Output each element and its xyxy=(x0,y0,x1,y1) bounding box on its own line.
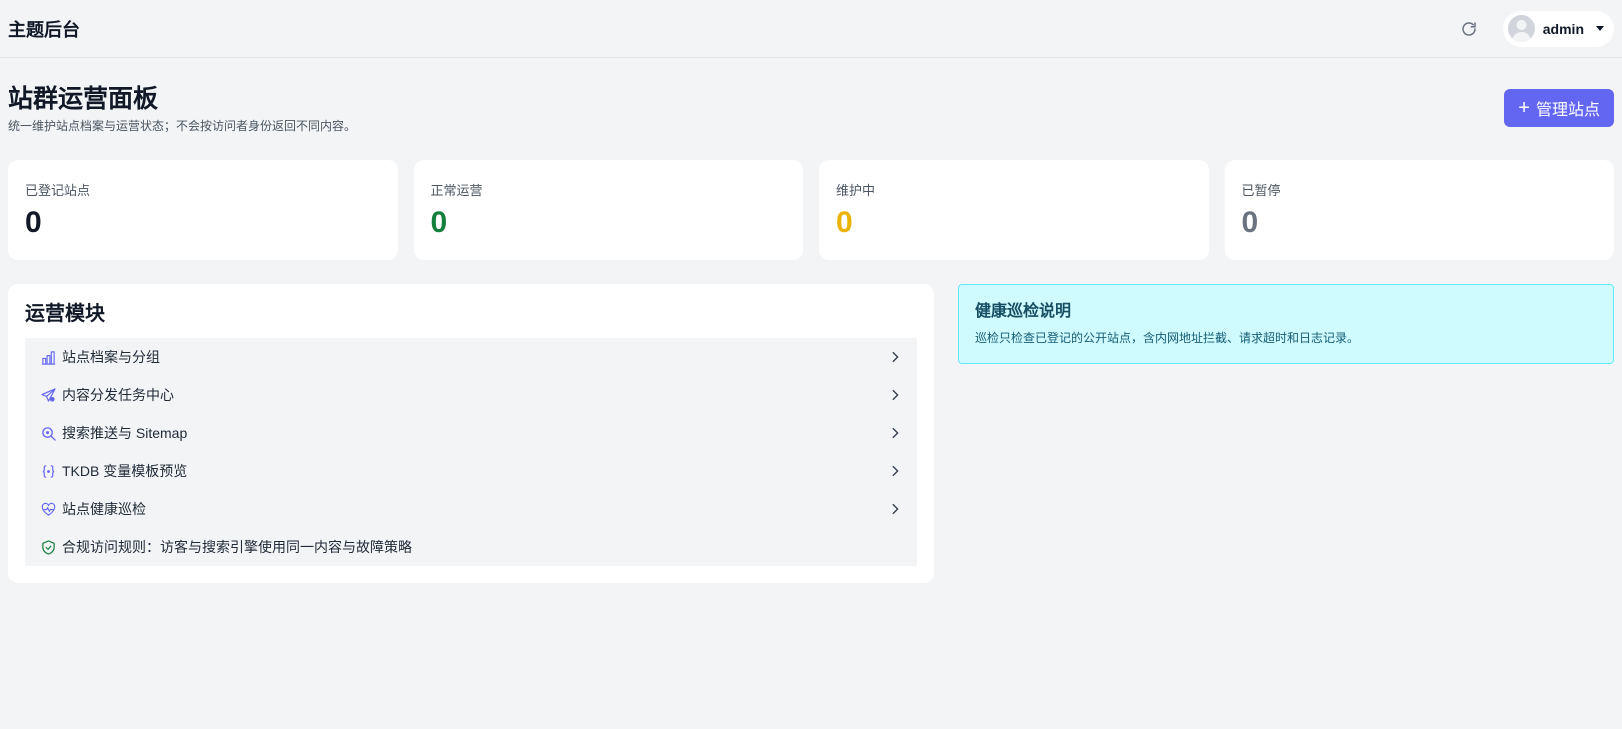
content-row: 运营模块 站点档案与分组 内容分发任务中心 搜索推送与 Sitemap TKDB… xyxy=(8,284,1614,583)
user-menu[interactable]: admin xyxy=(1502,10,1614,47)
stat-card-paused: 已暂停 0 xyxy=(1224,160,1614,260)
module-item-compliance-rule: 合规访问规则：访客与搜索引擎使用同一内容与故障策略 xyxy=(40,528,902,566)
stat-value: 0 xyxy=(430,206,448,239)
stat-label: 已登记站点 xyxy=(25,183,91,198)
chevron-right-icon xyxy=(892,389,899,401)
shield-check-icon xyxy=(40,539,56,555)
manage-sites-button[interactable]: + 管理站点 xyxy=(1504,89,1614,127)
stat-card-registered: 已登记站点 0 xyxy=(8,160,398,260)
module-item-site-archive[interactable]: 站点档案与分组 xyxy=(40,338,902,376)
chevron-right-icon xyxy=(892,427,899,439)
search-zoom-icon xyxy=(40,425,56,441)
module-list: 站点档案与分组 内容分发任务中心 搜索推送与 Sitemap TKDB 变量模板… xyxy=(25,338,917,566)
user-avatar-icon xyxy=(1511,20,1531,42)
module-item-content-dispatch[interactable]: 内容分发任务中心 xyxy=(40,376,902,414)
stat-card-running: 正常运营 0 xyxy=(413,160,803,260)
page-title: 站群运营面板 xyxy=(8,85,159,113)
stat-value: 0 xyxy=(836,206,853,239)
page-content: 站群运营面板 统一维护站点档案与运营状态；不会按访问者身份返回不同内容。 + 管… xyxy=(0,58,1622,583)
refresh-icon xyxy=(1462,21,1476,36)
stat-label: 维护中 xyxy=(836,183,876,198)
module-label: 内容分发任务中心 xyxy=(62,387,174,403)
health-info-panel: 健康巡检说明 巡检只检查已登记的公开站点，含内网地址拦截、请求超时和日志记录。 xyxy=(958,284,1614,364)
module-label: 合规访问规则：访客与搜索引擎使用同一内容与故障策略 xyxy=(62,539,412,555)
refresh-button[interactable] xyxy=(1450,10,1487,47)
avatar xyxy=(1507,15,1535,42)
caret-down-icon xyxy=(1596,26,1604,31)
module-item-health-check[interactable]: 站点健康巡检 xyxy=(40,490,902,528)
stat-label: 正常运营 xyxy=(430,183,483,198)
modules-title: 运营模块 xyxy=(25,303,105,325)
page-header: 站群运营面板 统一维护站点档案与运营状态；不会按访问者身份返回不同内容。 + 管… xyxy=(8,58,1614,134)
plus-icon: + xyxy=(1518,97,1530,119)
code-braces-icon xyxy=(40,463,56,479)
user-name: admin xyxy=(1542,20,1584,37)
top-bar: 主题后台 admin xyxy=(0,0,1622,58)
module-label: 搜索推送与 Sitemap xyxy=(62,425,188,441)
heart-pulse-icon xyxy=(40,501,56,517)
building-chart-icon xyxy=(40,349,56,365)
module-label: 站点健康巡检 xyxy=(62,501,146,517)
health-text: 巡检只检查已登记的公开站点，含内网地址拦截、请求超时和日志记录。 xyxy=(975,331,1360,345)
send-plane-icon xyxy=(40,387,56,403)
page-subtitle: 统一维护站点档案与运营状态；不会按访问者身份返回不同内容。 xyxy=(8,119,357,133)
modules-card: 运营模块 站点档案与分组 内容分发任务中心 搜索推送与 Sitemap TKDB… xyxy=(8,284,934,583)
manage-sites-label: 管理站点 xyxy=(1535,102,1600,119)
module-item-search-push[interactable]: 搜索推送与 Sitemap xyxy=(40,414,902,452)
chevron-right-icon xyxy=(892,503,899,515)
stat-card-maintenance: 维护中 0 xyxy=(819,160,1209,260)
top-right-actions: admin xyxy=(1450,10,1614,47)
stats-row: 已登记站点 0 正常运营 0 维护中 0 已暂停 0 xyxy=(8,160,1614,260)
stat-value: 0 xyxy=(1241,206,1259,239)
module-label: 站点档案与分组 xyxy=(62,349,160,365)
stat-value: 0 xyxy=(25,206,42,239)
app-title: 主题后台 xyxy=(8,19,80,40)
chevron-right-icon xyxy=(892,465,899,477)
stat-label: 已暂停 xyxy=(1241,183,1281,198)
health-title: 健康巡检说明 xyxy=(975,303,1072,320)
module-label: TKDB 变量模板预览 xyxy=(62,463,188,479)
module-item-tkdb-template[interactable]: TKDB 变量模板预览 xyxy=(40,452,902,490)
chevron-right-icon xyxy=(892,351,899,363)
